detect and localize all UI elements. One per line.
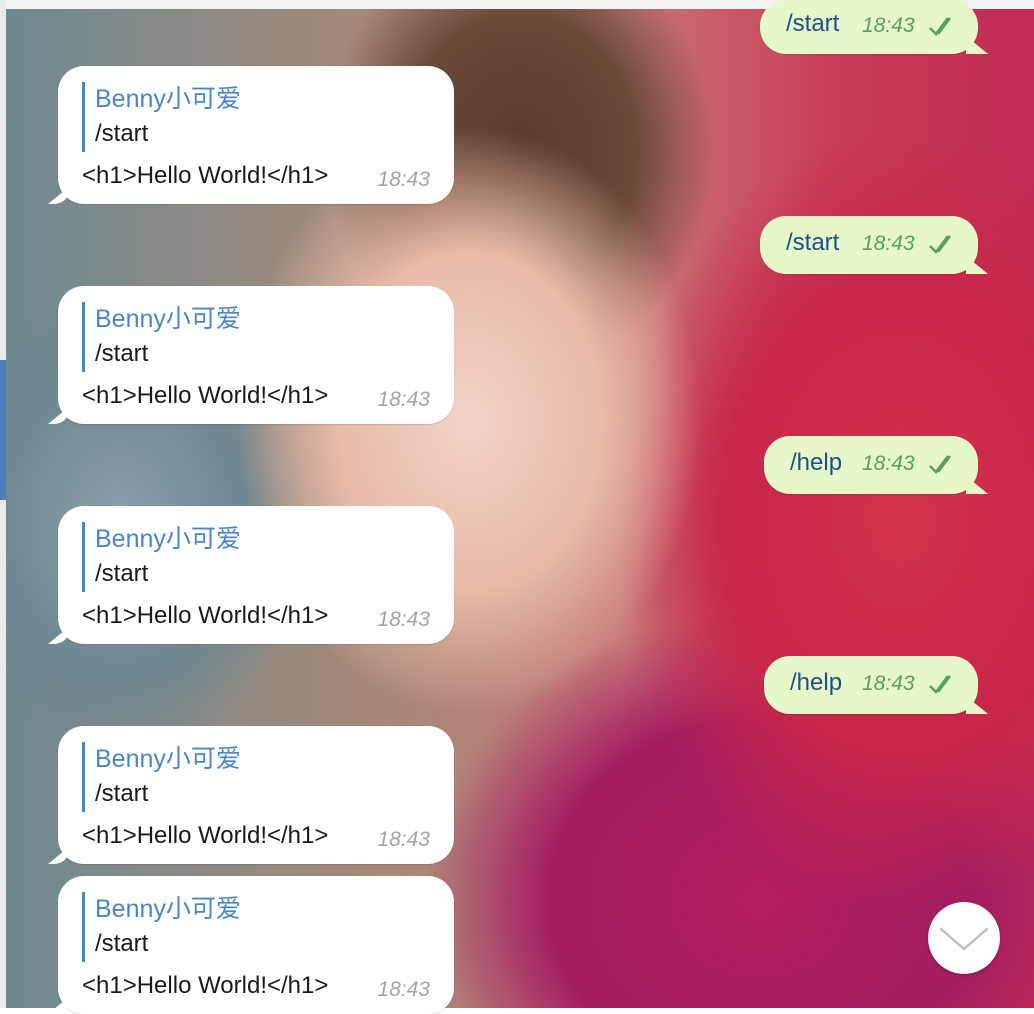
message-text: /start	[786, 229, 840, 256]
reply-text: /start	[95, 930, 149, 957]
reply-sender-name: Benny小可爱	[95, 895, 241, 923]
reply-text: /start	[95, 340, 149, 367]
reply-quote[interactable]: Benny小可爱 /start	[82, 522, 241, 592]
message-text: <h1>Hello World!</h1>	[82, 162, 329, 189]
message-text: /help	[790, 669, 843, 696]
outgoing-message[interactable]: /start 18:43	[760, 216, 978, 274]
message-time: 18:43	[377, 608, 430, 631]
incoming-message[interactable]: Benny小可爱 /start <h1>Hello World!</h1> 18…	[58, 726, 454, 864]
double-check-icon	[929, 235, 951, 254]
reply-text: /start	[95, 780, 149, 807]
message-text: <h1>Hello World!</h1>	[82, 822, 329, 849]
reply-text: /start	[95, 560, 149, 587]
incoming-message[interactable]: Benny小可爱 /start <h1>Hello World!</h1> 18…	[58, 506, 454, 644]
reply-sender-name: Benny小可爱	[95, 305, 241, 333]
message-time: 18:43	[862, 232, 915, 255]
reply-quote[interactable]: Benny小可爱 /start	[82, 742, 241, 812]
message-time: 18:43	[377, 978, 430, 1001]
outgoing-message[interactable]: /help 18:43	[764, 656, 978, 714]
outgoing-message[interactable]: /start 18:43	[760, 0, 978, 54]
message-time: 18:43	[377, 388, 430, 411]
message-time: 18:43	[377, 828, 430, 851]
double-check-icon	[929, 17, 951, 36]
message-time: 18:43	[862, 14, 915, 37]
double-check-icon	[929, 455, 951, 474]
chevron-down-icon	[939, 927, 989, 951]
message-text: <h1>Hello World!</h1>	[82, 382, 329, 409]
outgoing-message[interactable]: /help 18:43	[764, 436, 978, 494]
incoming-message[interactable]: Benny小可爱 /start <h1>Hello World!</h1> 18…	[58, 66, 454, 204]
message-text: <h1>Hello World!</h1>	[82, 602, 329, 629]
reply-sender-name: Benny小可爱	[95, 745, 241, 773]
reply-sender-name: Benny小可爱	[95, 525, 241, 553]
message-text: /start	[786, 10, 840, 37]
message-time: 18:43	[377, 168, 430, 191]
reply-quote[interactable]: Benny小可爱 /start	[82, 892, 241, 962]
double-check-icon	[929, 675, 951, 694]
reply-quote[interactable]: Benny小可爱 /start	[82, 302, 241, 372]
incoming-message[interactable]: Benny小可爱 /start <h1>Hello World!</h1> 18…	[58, 876, 454, 1014]
message-time: 18:43	[862, 452, 915, 475]
scroll-to-bottom-button[interactable]	[928, 902, 1000, 974]
left-edge-marker	[0, 360, 6, 500]
message-text: /help	[790, 449, 843, 476]
reply-sender-name: Benny小可爱	[95, 85, 241, 113]
message-text: <h1>Hello World!</h1>	[82, 972, 329, 999]
reply-quote[interactable]: Benny小可爱 /start	[82, 82, 241, 152]
message-time: 18:43	[862, 672, 915, 695]
incoming-message[interactable]: Benny小可爱 /start <h1>Hello World!</h1> 18…	[58, 286, 454, 424]
left-edge	[0, 0, 6, 1008]
reply-text: /start	[95, 120, 149, 147]
